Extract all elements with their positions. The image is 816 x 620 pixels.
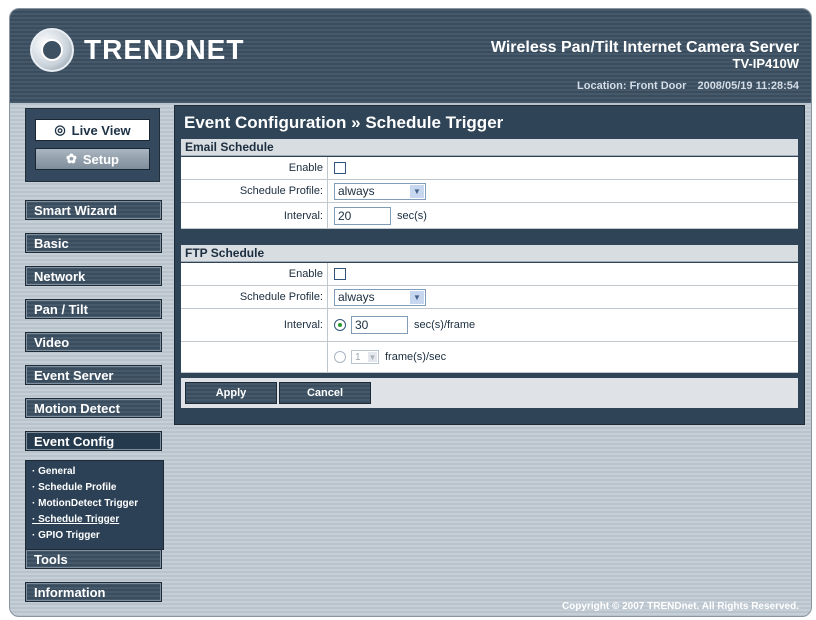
submenu-motiondetect-trigger[interactable]: · MotionDetect Trigger — [32, 498, 138, 509]
event-config-submenu: · General · Schedule Profile · MotionDet… — [25, 460, 164, 550]
gear-icon: ✿ — [65, 151, 77, 166]
nav-event-server[interactable]: Event Server — [25, 365, 162, 385]
ftp-interval-input[interactable]: 30 — [351, 316, 408, 334]
ftp-enable-checkbox[interactable] — [334, 268, 346, 280]
page-title: Event Configuration » Schedule Trigger — [184, 113, 504, 132]
ftp-enable-label: Enable — [181, 263, 328, 285]
submenu-schedule-trigger[interactable]: · Schedule Trigger — [32, 514, 119, 525]
logo-mark-icon — [30, 28, 74, 72]
view-switcher: ◎ Live View ✿ Setup — [25, 108, 160, 182]
header: TRENDNET Wireless Pan/Tilt Internet Came… — [10, 9, 811, 103]
email-profile-label: Schedule Profile: — [181, 180, 328, 202]
ftp-interval-label: Interval: — [181, 309, 328, 341]
apply-button[interactable]: Apply — [185, 382, 277, 404]
ftp-rate-unit: frame(s)/sec — [385, 351, 447, 363]
live-view-label: Live View — [71, 122, 131, 138]
email-profile-row: Schedule Profile: always ▼ — [181, 180, 798, 203]
ftp-interval-unit: sec(s)/frame — [414, 319, 476, 331]
trendnet-logo: TRENDNET — [30, 25, 270, 75]
chevron-down-icon: ▼ — [410, 290, 424, 304]
submenu-schedule-profile[interactable]: · Schedule Profile — [32, 482, 116, 493]
copyright-footer: Copyright © 2007 TRENDnet. All Rights Re… — [561, 601, 799, 612]
ftp-interval-radio[interactable] — [334, 319, 346, 331]
cancel-button[interactable]: Cancel — [279, 382, 371, 404]
nav-event-config[interactable]: Event Config — [25, 431, 162, 451]
nav-motion-detect[interactable]: Motion Detect — [25, 398, 162, 418]
ftp-rate-select[interactable]: 1 ▼ — [351, 350, 379, 364]
nav-smart-wizard[interactable]: Smart Wizard — [25, 200, 162, 220]
email-interval-input[interactable]: 20 — [334, 206, 391, 225]
email-enable-row: Enable — [181, 157, 798, 180]
submenu-gpio-trigger[interactable]: · GPIO Trigger — [32, 530, 100, 541]
product-name: Wireless Pan/Tilt Internet Camera Server — [490, 39, 799, 56]
action-bar: Apply Cancel — [181, 378, 798, 408]
ftp-profile-label: Schedule Profile: — [181, 286, 328, 308]
setup-label: Setup — [82, 151, 120, 167]
ftp-section-heading: FTP Schedule — [181, 245, 798, 262]
ftp-enable-row: Enable — [181, 263, 798, 286]
nav-basic[interactable]: Basic — [25, 233, 162, 253]
email-enable-checkbox[interactable] — [334, 162, 346, 174]
location-text: Location: Front Door — [577, 80, 687, 92]
email-interval-label: Interval: — [181, 203, 328, 228]
app-frame: TRENDNET Wireless Pan/Tilt Internet Came… — [9, 8, 812, 617]
live-view-button[interactable]: ◎ Live View — [35, 119, 150, 141]
ftp-profile-row: Schedule Profile: always ▼ — [181, 286, 798, 309]
ftp-profile-select[interactable]: always ▼ — [334, 288, 426, 306]
email-enable-label: Enable — [181, 157, 328, 179]
schedule-trigger-panel: Event Configuration » Schedule Trigger E… — [174, 105, 805, 425]
location-line: Location: Front Door 2008/05/19 11:28:54 — [569, 80, 799, 92]
chevron-down-icon: ▼ — [410, 184, 424, 198]
submenu-general[interactable]: · General — [32, 466, 75, 477]
ftp-rate-radio[interactable] — [334, 351, 346, 363]
nav-information[interactable]: Information — [25, 582, 162, 602]
product-model: TV-IP410W — [732, 56, 799, 71]
nav-network[interactable]: Network — [25, 266, 162, 286]
setup-button[interactable]: ✿ Setup — [35, 148, 150, 170]
ftp-rate-row: 1 ▼ frame(s)/sec — [181, 342, 798, 373]
ftp-interval-row: Interval: 30 sec(s)/frame — [181, 309, 798, 342]
email-interval-row: Interval: 20 sec(s) — [181, 203, 798, 229]
ftp-profile-value: always — [338, 290, 375, 304]
email-section-heading: Email Schedule — [181, 139, 798, 156]
nav-video[interactable]: Video — [25, 332, 162, 352]
logo-text: TRENDNET — [84, 34, 245, 65]
email-interval-unit: sec(s) — [397, 209, 427, 222]
email-profile-value: always — [338, 184, 375, 198]
eye-icon: ◎ — [54, 122, 66, 137]
email-profile-select[interactable]: always ▼ — [334, 182, 426, 200]
datetime-text: 2008/05/19 11:28:54 — [697, 80, 799, 92]
nav-tools[interactable]: Tools — [25, 549, 162, 569]
nav-pan-tilt[interactable]: Pan / Tilt — [25, 299, 162, 319]
chevron-down-icon: ▼ — [368, 352, 377, 362]
ftp-rate-value: 1 — [355, 351, 361, 363]
